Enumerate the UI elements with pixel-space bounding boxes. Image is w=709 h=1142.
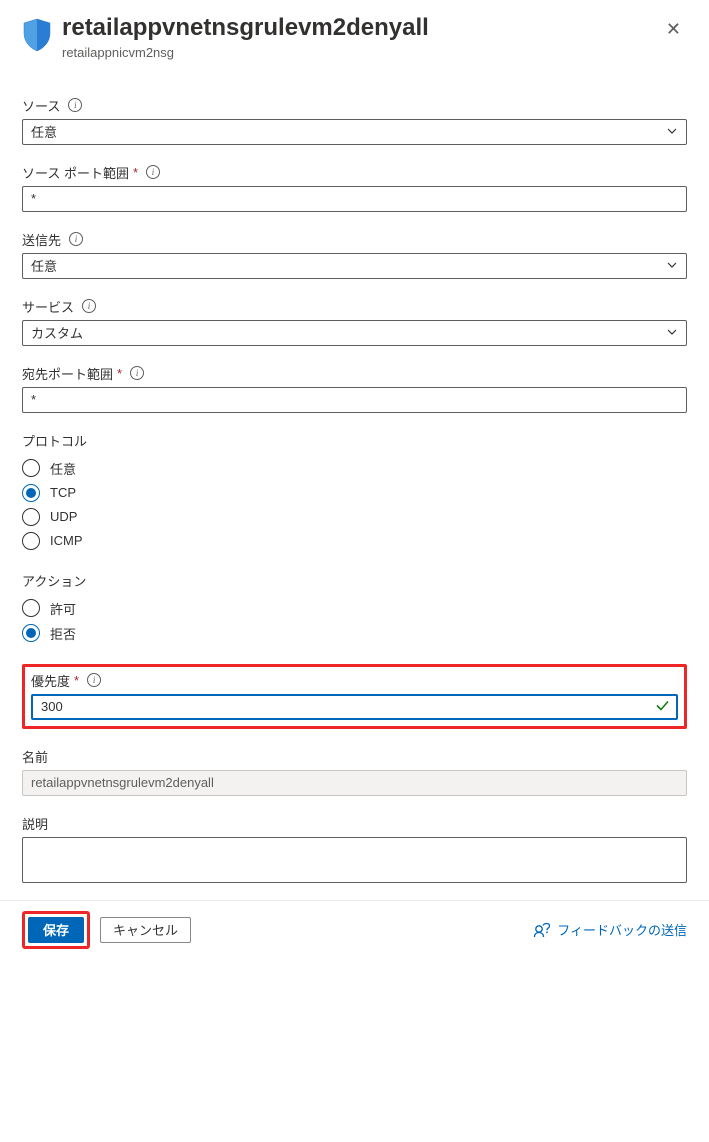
shield-icon	[22, 18, 52, 55]
protocol-label: プロトコル	[22, 431, 87, 450]
destination-value: 任意	[31, 256, 57, 275]
source-label: ソース	[22, 96, 60, 115]
save-button[interactable]: 保存	[28, 917, 84, 943]
protocol-option-label: UDP	[50, 509, 77, 524]
service-label: サービス	[22, 297, 74, 316]
protocol-option-icmp[interactable]: ICMP	[22, 529, 687, 553]
save-highlight-box: 保存	[22, 911, 90, 949]
action-label: アクション	[22, 571, 86, 590]
name-label: 名前	[22, 747, 48, 766]
radio-icon	[22, 532, 40, 550]
action-option-allow[interactable]: 許可	[22, 596, 687, 621]
radio-icon	[22, 624, 40, 642]
description-textarea[interactable]	[22, 837, 687, 883]
protocol-option-label: ICMP	[50, 533, 83, 548]
action-option-label: 許可	[50, 599, 76, 618]
info-icon[interactable]: i	[130, 366, 144, 380]
radio-icon	[22, 459, 40, 477]
radio-icon	[22, 508, 40, 526]
protocol-option-label: TCP	[50, 485, 76, 500]
source-value: 任意	[31, 122, 57, 141]
action-radios: 許可 拒否	[22, 596, 687, 646]
radio-icon	[22, 599, 40, 617]
required-marker: *	[74, 673, 79, 688]
feedback-icon	[533, 921, 551, 939]
protocol-option-label: 任意	[50, 459, 76, 478]
required-marker: *	[133, 165, 138, 180]
chevron-down-icon	[666, 258, 678, 274]
source-select[interactable]: 任意	[22, 119, 687, 145]
priority-label: 優先度	[31, 671, 70, 690]
service-select[interactable]: カスタム	[22, 320, 687, 346]
service-value: カスタム	[31, 323, 83, 342]
protocol-option-tcp[interactable]: TCP	[22, 481, 687, 505]
info-icon[interactable]: i	[146, 165, 160, 179]
action-option-deny[interactable]: 拒否	[22, 621, 687, 646]
info-icon[interactable]: i	[69, 232, 83, 246]
dest-port-input[interactable]	[22, 387, 687, 413]
action-option-label: 拒否	[50, 624, 76, 643]
page-subtitle: retailappnicvm2nsg	[62, 45, 660, 60]
protocol-option-udp[interactable]: UDP	[22, 505, 687, 529]
info-icon[interactable]: i	[87, 673, 101, 687]
radio-icon	[22, 484, 40, 502]
priority-highlight-box: 優先度 * i	[22, 664, 687, 729]
feedback-link[interactable]: フィードバックの送信	[533, 920, 687, 939]
name-input	[22, 770, 687, 796]
description-label: 説明	[22, 814, 48, 833]
cancel-button[interactable]: キャンセル	[100, 917, 191, 943]
destination-select[interactable]: 任意	[22, 253, 687, 279]
dest-port-label: 宛先ポート範囲	[22, 364, 113, 383]
priority-input[interactable]	[31, 694, 678, 720]
chevron-down-icon	[666, 124, 678, 140]
source-port-input[interactable]	[22, 186, 687, 212]
feedback-label: フィードバックの送信	[557, 920, 687, 939]
info-icon[interactable]: i	[82, 299, 96, 313]
destination-label: 送信先	[22, 230, 61, 249]
info-icon[interactable]: i	[68, 98, 82, 112]
source-port-label: ソース ポート範囲	[22, 163, 129, 182]
page-title: retailappvnetnsgrulevm2denyall	[62, 14, 660, 43]
required-marker: *	[117, 366, 122, 381]
chevron-down-icon	[666, 325, 678, 341]
protocol-option-any[interactable]: 任意	[22, 456, 687, 481]
protocol-radios: 任意 TCP UDP ICMP	[22, 456, 687, 553]
check-icon	[654, 697, 670, 716]
close-icon[interactable]: ✕	[660, 14, 687, 44]
